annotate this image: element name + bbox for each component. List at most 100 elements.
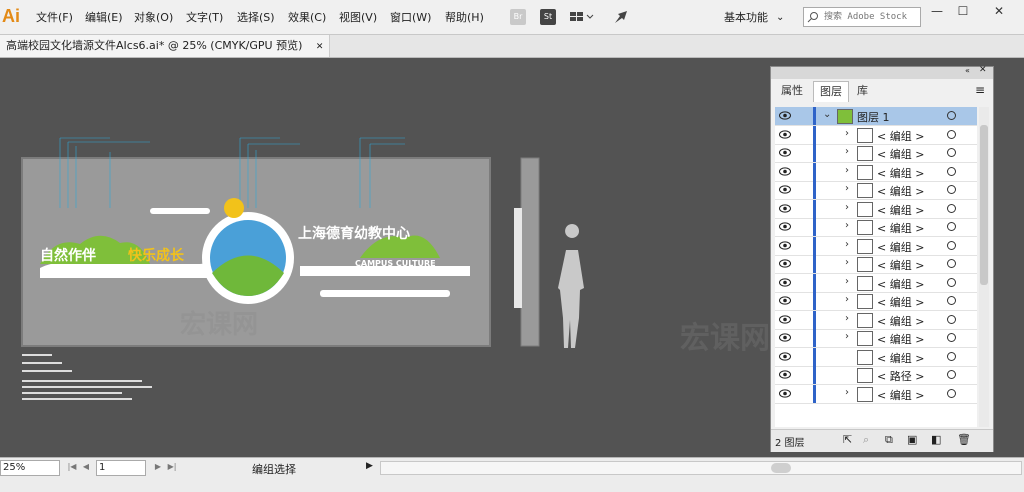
visibility-eye-icon[interactable] (779, 314, 791, 324)
menu-edit[interactable]: 编辑(E) (85, 9, 123, 27)
expand-chevron-icon[interactable]: › (845, 220, 849, 231)
target-circle-icon[interactable] (947, 148, 956, 157)
next-artboard-button[interactable]: ▶ (152, 460, 164, 474)
menu-type[interactable]: 文字(T) (186, 9, 223, 27)
expand-chevron-icon[interactable]: › (845, 146, 849, 157)
layer-row[interactable]: › < 编组 > (775, 329, 977, 348)
menu-object[interactable]: 对象(O) (134, 9, 173, 27)
target-circle-icon[interactable] (947, 351, 956, 361)
visibility-eye-icon[interactable] (779, 388, 791, 398)
visibility-eye-icon[interactable] (779, 259, 791, 268)
layer-row[interactable]: › < 编组 > (775, 144, 977, 163)
first-artboard-button[interactable]: |◀ (66, 460, 78, 474)
target-circle-icon[interactable] (947, 370, 956, 379)
layer-row[interactable]: < 路径 > (775, 366, 977, 385)
target-circle-icon[interactable] (947, 111, 956, 120)
visibility-eye-icon[interactable] (779, 185, 791, 194)
new-layer-icon-2[interactable]: ◧ (931, 433, 941, 446)
expand-chevron-icon[interactable]: › (845, 313, 849, 324)
tab-properties[interactable]: 属性 (775, 81, 809, 101)
layer-row[interactable]: › < 编组 > (775, 162, 977, 182)
expand-chevron-icon[interactable]: › (845, 294, 849, 305)
layer-list-scrollbar[interactable] (979, 107, 989, 427)
target-circle-icon[interactable] (947, 333, 956, 342)
target-circle-icon[interactable] (947, 185, 956, 194)
layer-row[interactable]: › < 编组 > (775, 384, 977, 404)
menu-window[interactable]: 窗口(W) (390, 9, 431, 27)
close-panel-icon[interactable]: ✕ (979, 65, 987, 75)
close-window-button[interactable]: ✕ (986, 2, 1012, 20)
workspace-switcher[interactable]: 基本功能 (724, 9, 768, 27)
menu-effect[interactable]: 效果(C) (288, 9, 326, 27)
tab-layers[interactable]: 图层 (813, 81, 849, 102)
clipping-mask-icon[interactable]: ⌕ (863, 433, 869, 447)
visibility-eye-icon[interactable] (779, 351, 791, 361)
visibility-eye-icon[interactable] (779, 111, 791, 120)
expand-chevron-icon[interactable]: › (845, 202, 849, 213)
layer-row[interactable]: › < 编组 > (775, 236, 977, 256)
artboard-number-field[interactable]: 1 (96, 460, 146, 476)
last-artboard-button[interactable]: ▶| (166, 460, 178, 474)
horizontal-scrollbar[interactable] (380, 461, 1022, 475)
target-circle-icon[interactable] (947, 222, 956, 231)
target-circle-icon[interactable] (947, 296, 956, 305)
target-circle-icon[interactable] (947, 277, 956, 287)
status-menu-arrow[interactable]: ▶ (366, 461, 373, 471)
minimize-button[interactable]: — (924, 2, 950, 20)
layer-row-top[interactable]: ⌄ 图层 1 (775, 107, 977, 126)
visibility-eye-icon[interactable] (779, 333, 791, 342)
scroll-thumb-h[interactable] (771, 463, 791, 473)
collapse-chevron-icon[interactable]: ⌄ (823, 109, 831, 120)
delete-layer-icon[interactable]: 🗑 (957, 433, 971, 446)
scroll-thumb[interactable] (980, 125, 988, 285)
layer-row[interactable]: › < 编组 > (775, 181, 977, 200)
layer-row[interactable]: › < 编组 > (775, 273, 977, 293)
visibility-eye-icon[interactable] (779, 240, 791, 250)
target-circle-icon[interactable] (947, 314, 956, 324)
menu-select[interactable]: 选择(S) (237, 9, 275, 27)
zoom-field[interactable]: 25% (0, 460, 60, 476)
prev-artboard-button[interactable]: ◀ (80, 460, 92, 474)
target-circle-icon[interactable] (947, 388, 956, 398)
close-tab-icon[interactable]: ✕ (316, 42, 324, 52)
layer-row[interactable]: < 编组 > (775, 347, 977, 367)
layer-row[interactable]: › < 编组 > (775, 310, 977, 330)
search-input[interactable] (822, 9, 920, 25)
layer-row[interactable]: › < 编组 > (775, 199, 977, 219)
menu-file[interactable]: 文件(F) (36, 9, 73, 27)
layer-row[interactable]: › < 编组 > (775, 125, 977, 145)
document-tab[interactable]: 高端校园文化墙源文件AIcs6.ai* @ 25% (CMYK/GPU 预览) … (0, 35, 331, 57)
stock-icon[interactable]: St (540, 9, 556, 25)
expand-chevron-icon[interactable]: › (845, 239, 849, 250)
chevron-down-icon[interactable]: ⌄ (776, 9, 784, 27)
locate-object-icon[interactable]: ⇱ (843, 433, 852, 446)
visibility-eye-icon[interactable] (779, 370, 791, 379)
target-circle-icon[interactable] (947, 259, 956, 268)
visibility-eye-icon[interactable] (779, 203, 791, 213)
visibility-eye-icon[interactable] (779, 277, 791, 287)
layer-row[interactable]: › < 编组 > (775, 218, 977, 237)
collapse-panel-icon[interactable]: « (965, 66, 970, 75)
new-sublayer-icon[interactable]: ⧉ (885, 433, 893, 447)
tab-libraries[interactable]: 库 (851, 81, 874, 101)
stock-search-box[interactable] (803, 7, 921, 27)
visibility-eye-icon[interactable] (779, 166, 791, 176)
arrange-documents-icon[interactable] (570, 9, 594, 25)
expand-chevron-icon[interactable]: › (845, 257, 849, 268)
expand-chevron-icon[interactable]: › (845, 276, 849, 287)
layer-row[interactable]: › < 编组 > (775, 292, 977, 311)
visibility-eye-icon[interactable] (779, 296, 791, 305)
gpu-performance-icon[interactable] (613, 9, 629, 25)
target-circle-icon[interactable] (947, 129, 956, 139)
expand-chevron-icon[interactable]: › (845, 331, 849, 342)
new-layer-icon[interactable]: ▣ (907, 433, 917, 446)
maximize-button[interactable]: ☐ (950, 2, 976, 20)
expand-chevron-icon[interactable]: › (845, 165, 849, 176)
panel-header-strip[interactable]: « ✕ (771, 65, 993, 79)
menu-view[interactable]: 视图(V) (339, 9, 377, 27)
expand-chevron-icon[interactable]: › (845, 387, 849, 398)
layer-row[interactable]: › < 编组 > (775, 255, 977, 274)
target-circle-icon[interactable] (947, 166, 956, 176)
menu-help[interactable]: 帮助(H) (445, 9, 484, 27)
expand-chevron-icon[interactable]: › (845, 183, 849, 194)
